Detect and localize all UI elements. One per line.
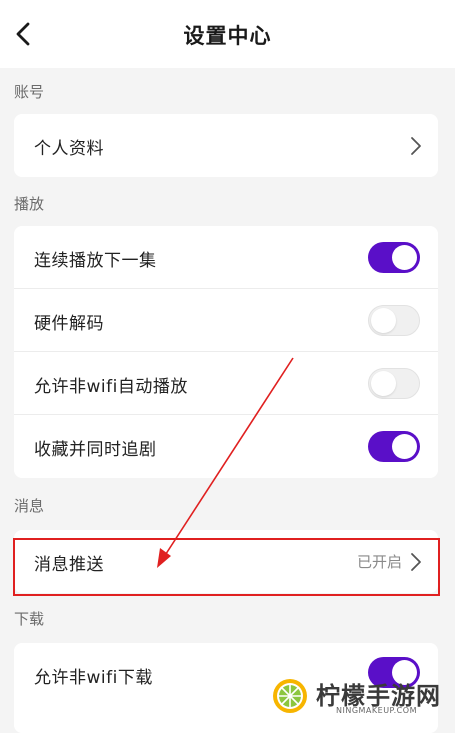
toggle-knob [371, 308, 396, 333]
row-label: 允许非wifi自动播放 [34, 377, 188, 397]
section-label-message: 消息 [14, 497, 45, 515]
toggle-knob [392, 245, 417, 270]
toggle-knob [392, 434, 417, 459]
row-label: 硬件解码 [34, 314, 104, 334]
settings-row-hardware-decode: 硬件解码 [14, 289, 438, 352]
row-label: 消息推送 [34, 555, 104, 575]
message-card: 消息推送 已开启 [14, 530, 438, 593]
settings-row-push-notification[interactable]: 消息推送 已开启 [14, 530, 438, 593]
toggle-switch-off[interactable] [368, 305, 420, 336]
row-label: 连续播放下一集 [34, 251, 157, 271]
page-title: 设置中心 [183, 24, 272, 48]
toggle-switch-off[interactable] [368, 368, 420, 399]
settings-row-profile[interactable]: 个人资料 [14, 114, 438, 177]
row-value: 已开启 [356, 553, 402, 571]
chevron-right-icon [411, 137, 421, 155]
section-label-download: 下载 [14, 610, 45, 628]
settings-row-favorite-follow: 收藏并同时追剧 [14, 415, 438, 478]
lemon-logo-icon [273, 679, 307, 713]
row-label: 收藏并同时追剧 [34, 440, 157, 460]
row-label: 个人资料 [34, 139, 104, 159]
toggle-knob [371, 371, 396, 396]
watermark: 柠檬手游网 NINGMAKEUP.COM [270, 674, 450, 720]
settings-row-nonwifi-autoplay: 允许非wifi自动播放 [14, 352, 438, 415]
row-label: 允许非wifi下载 [34, 668, 153, 688]
toggle-switch-on[interactable] [368, 431, 420, 462]
playback-card: 连续播放下一集 硬件解码 允许非wifi自动播放 收藏并同时追剧 [14, 226, 438, 478]
section-label-account: 账号 [14, 83, 45, 101]
watermark-domain: NINGMAKEUP.COM [336, 706, 417, 715]
chevron-right-icon [411, 553, 421, 571]
account-card: 个人资料 [14, 114, 438, 177]
toggle-switch-on[interactable] [368, 242, 420, 273]
top-bar: 设置中心 [0, 0, 455, 68]
settings-row-autoplay-next: 连续播放下一集 [14, 226, 438, 289]
section-label-playback: 播放 [14, 195, 45, 213]
